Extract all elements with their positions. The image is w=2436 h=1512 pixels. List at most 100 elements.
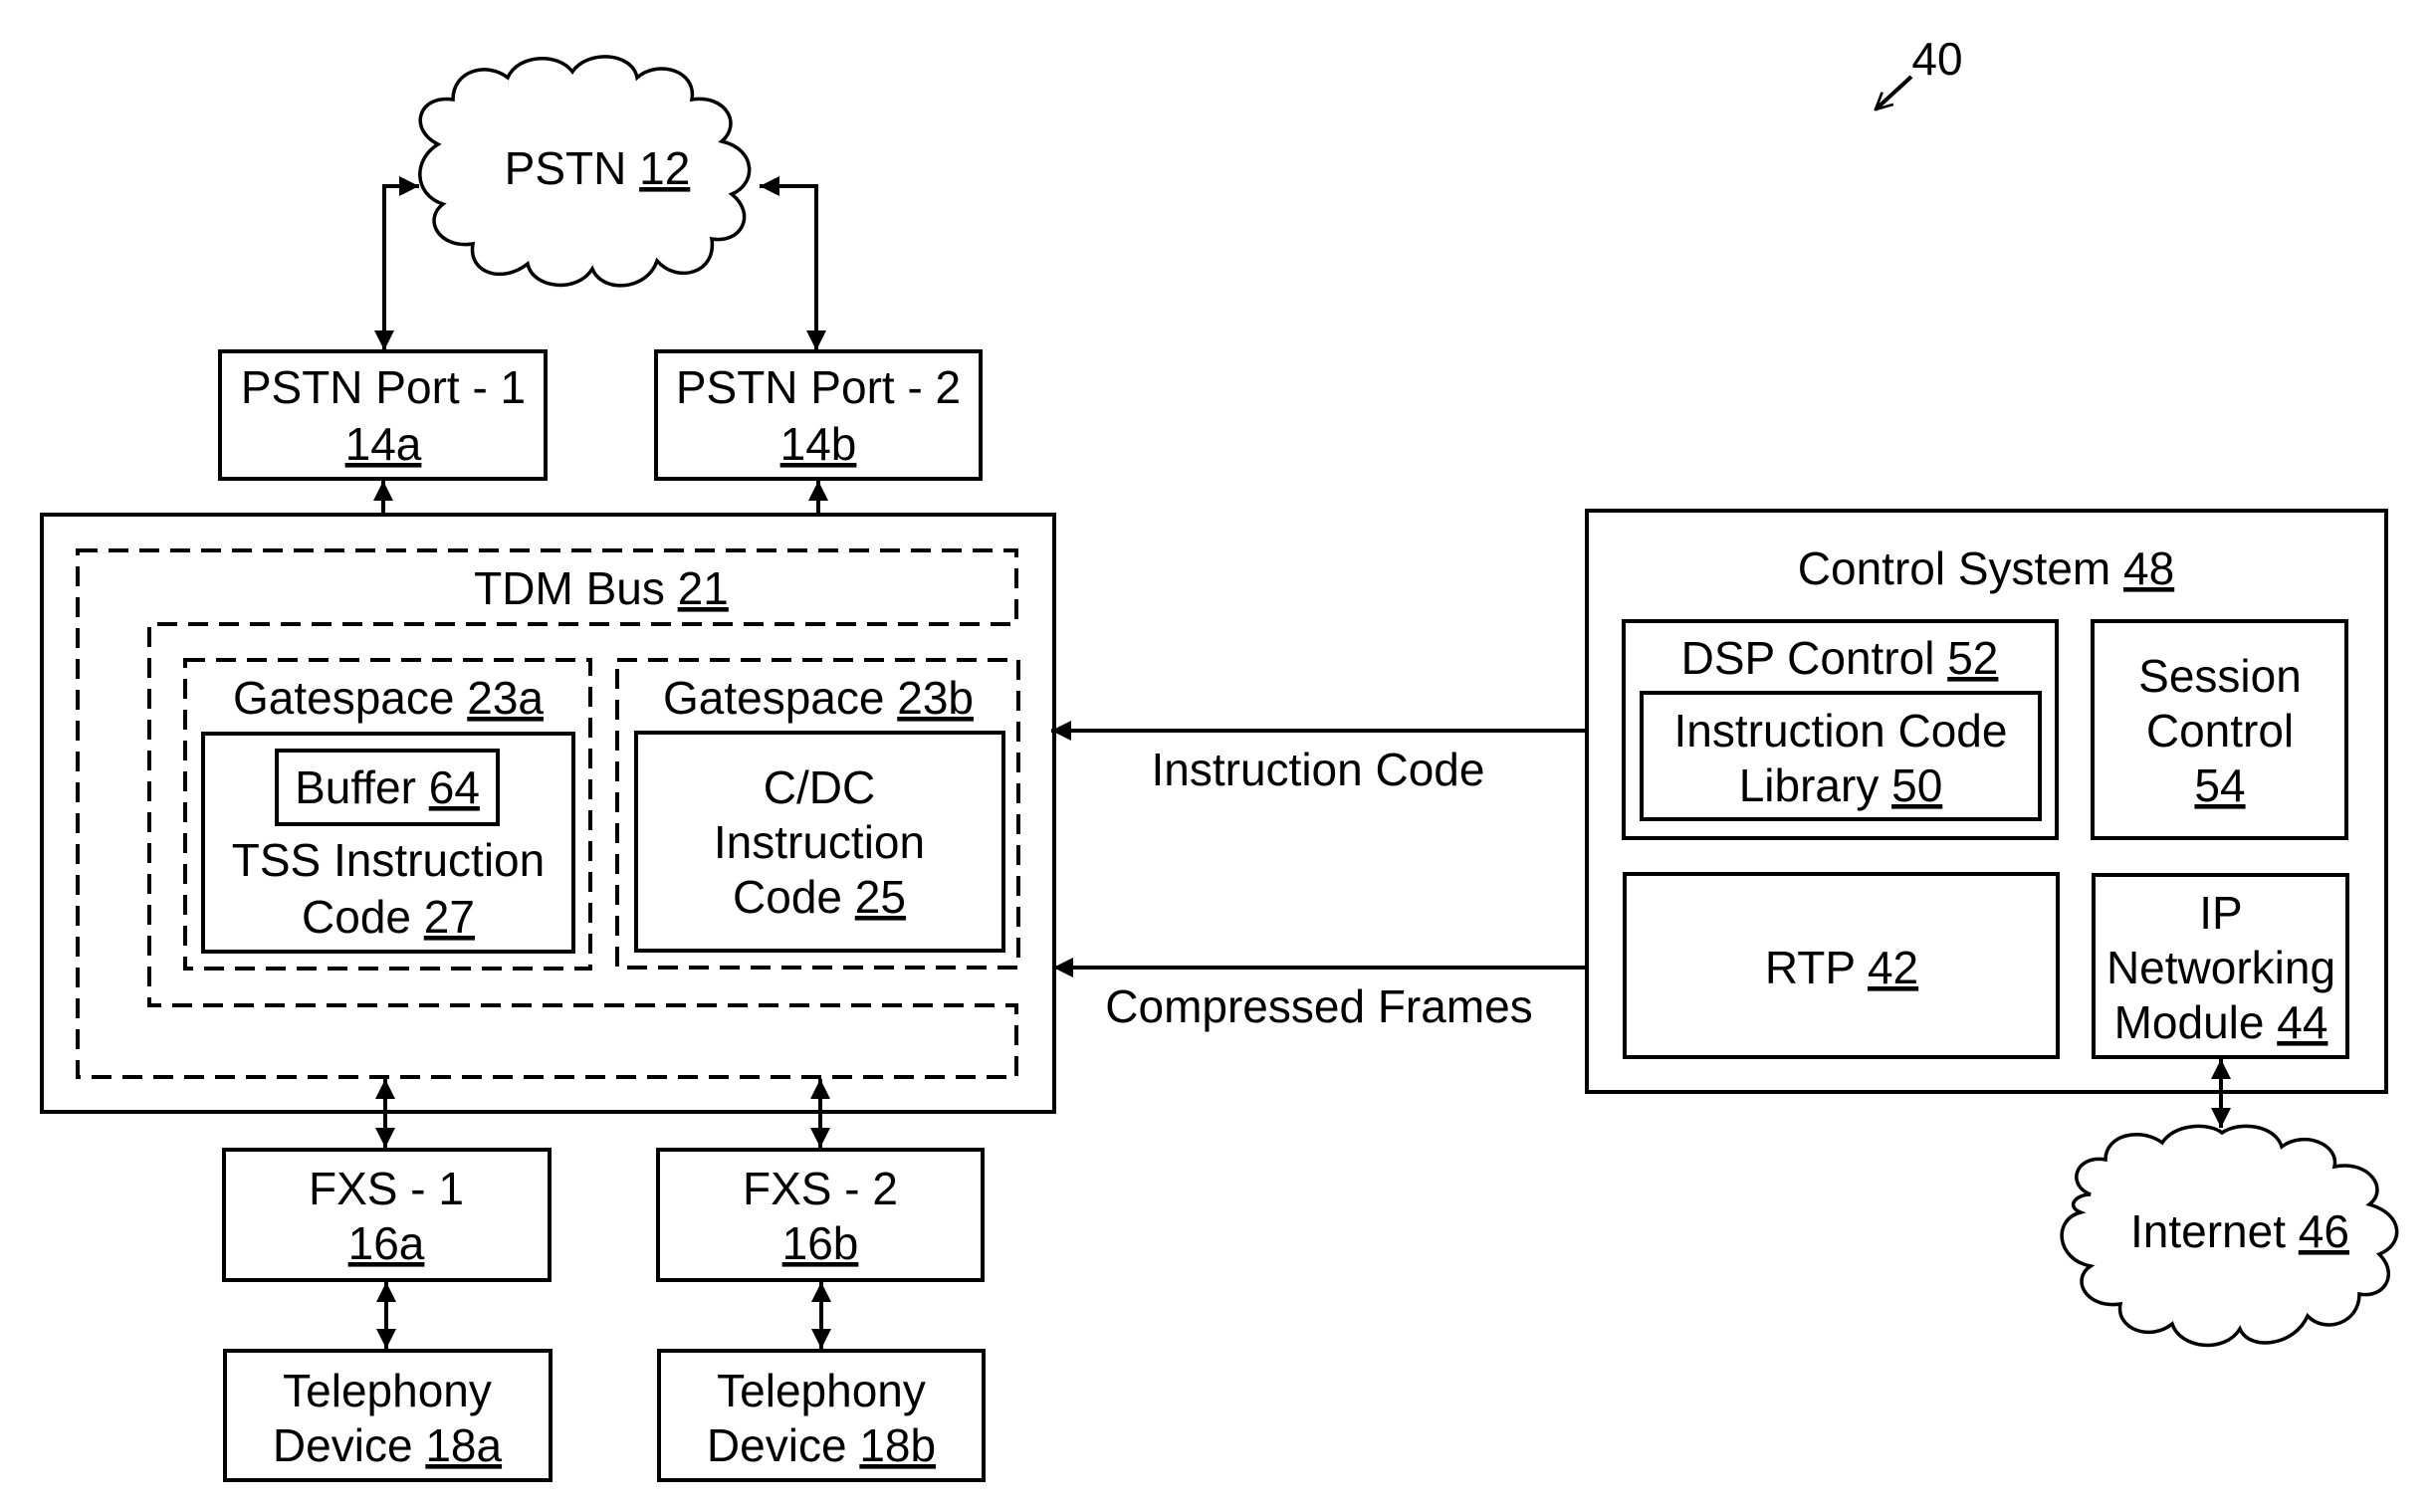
rtp-line: RTP 42 (1765, 942, 1918, 993)
label-text: Gatespace (663, 672, 897, 724)
pstn-port-1-line: 14a (345, 418, 422, 470)
reference-number: 23b (897, 672, 974, 724)
label-text: FXS - 1 (309, 1163, 464, 1214)
internet-label: Internet 46 (2130, 1205, 2349, 1257)
ip-networking-line: Networking (2106, 942, 2335, 993)
telephony-device-18a[interactable]: Telephony Device 18a (223, 1349, 553, 1482)
reference-number: 16a (348, 1217, 425, 1269)
pstn-port-1-line: PSTN Port - 1 (241, 361, 526, 413)
label-text: RTP (1765, 942, 1868, 993)
label-text: Control (2146, 705, 2294, 756)
figure-number: 40 (1911, 33, 1962, 85)
cdc-code-line: Instruction (714, 816, 925, 868)
telephony-device-18b[interactable]: Telephony Device 18b (657, 1349, 986, 1482)
control-system[interactable]: Control System 48 DSP Control 52 Instruc… (1585, 509, 2388, 1094)
ip-networking-line: Module 44 (2114, 996, 2328, 1048)
reference-number: 14b (780, 418, 857, 470)
instruction-code-link: Instruction Code (1051, 721, 1624, 795)
reference-number: 64 (429, 761, 480, 813)
reference-number: 48 (2123, 542, 2174, 594)
internet-cloud[interactable]: Internet 46 (2060, 1124, 2399, 1348)
telephony-a-line: Device 18a (273, 1419, 503, 1471)
pstn-port2-link-arrow (760, 176, 826, 350)
label-text: Code (733, 871, 855, 923)
buffer-label: Buffer 64 (295, 761, 480, 813)
fxs-2-line: 16b (782, 1217, 859, 1269)
label-text: PSTN Port - 1 (241, 361, 526, 413)
reference-number: 16b (782, 1217, 859, 1269)
cdc-code-line: Code 25 (733, 871, 906, 923)
gatespace-23a[interactable]: Gatespace 23a Buffer 64 TSS Instruction C… (183, 658, 592, 971)
label-text: Library (1739, 759, 1891, 811)
reference-number: 44 (2277, 996, 2327, 1048)
label-text: Device (707, 1419, 859, 1471)
session-control-line: 54 (2194, 759, 2245, 811)
ip-networking-module[interactable]: IP Networking Module 44 (2092, 873, 2349, 1059)
reference-number: 23a (467, 672, 544, 724)
label-text: Telephony (717, 1365, 926, 1416)
label-text: C/DC (764, 761, 875, 813)
label-text: Networking (2106, 942, 2335, 993)
patent-figure-diagram: 40 PSTN 12 PSTN Port - 1 14a PSTN Port - … (40, 33, 2399, 1482)
dsp-control[interactable]: DSP Control 52 Instruction Code Library 5… (1622, 619, 2059, 840)
label-text: Control System (1798, 542, 2123, 594)
fxs-1-line: FXS - 1 (309, 1163, 464, 1214)
label-text: Internet (2130, 1205, 2299, 1257)
reference-number: 25 (855, 871, 906, 923)
session-control-line: Session (2138, 650, 2302, 702)
fxs-1-line: 16a (348, 1217, 425, 1269)
label-text: Gatespace (233, 672, 467, 724)
label-text: Code (302, 891, 424, 943)
pstn-cloud[interactable]: PSTN 12 (418, 55, 752, 288)
dsp-control-label: DSP Control 52 (1681, 632, 1999, 684)
reference-number: 52 (1947, 632, 1998, 684)
reference-number: 27 (424, 891, 475, 943)
fxs-1[interactable]: FXS - 1 16a (222, 1148, 552, 1282)
session-control-line: Control (2146, 705, 2294, 756)
label-text: PSTN Port - 2 (676, 361, 961, 413)
telephony-b-line: Telephony (717, 1365, 926, 1416)
instruction-library-line: Library 50 (1739, 759, 1943, 811)
label-text: Buffer (295, 761, 429, 813)
label-text: Device (273, 1419, 425, 1471)
instruction-code-label: Instruction Code (1152, 744, 1485, 795)
label-text: Instruction (714, 816, 925, 868)
label-text: TDM Bus (474, 562, 677, 614)
fxs-2-line: FXS - 2 (743, 1163, 898, 1214)
compressed-frames-label: Compressed Frames (1105, 980, 1532, 1032)
reference-number: 46 (2299, 1205, 2349, 1257)
figure-reference: 40 (1876, 33, 1963, 109)
pstn-line: PSTN 12 (505, 142, 691, 194)
reference-number: 21 (678, 562, 729, 614)
pstn-port-1[interactable]: PSTN Port - 1 14a (218, 349, 548, 481)
telephony-b-line: Device 18b (707, 1419, 936, 1471)
control-system-label: Control System 48 (1798, 542, 2174, 594)
label-text: PSTN (505, 142, 639, 194)
label-text: Session (2138, 650, 2302, 702)
pstn-label: PSTN 12 (505, 142, 691, 194)
fxs-2[interactable]: FXS - 2 16b (656, 1148, 985, 1282)
pstn-port-2[interactable]: PSTN Port - 2 14b (654, 349, 983, 481)
gatespace-23a-label: Gatespace 23a (233, 672, 544, 724)
label-text: IP (2199, 887, 2242, 939)
gatespace-a-line: Gatespace 23a (233, 672, 544, 724)
dsp-control-line: DSP Control 52 (1681, 632, 1999, 684)
gatespace-b-line: Gatespace 23b (663, 672, 974, 724)
reference-number: 18b (859, 1419, 936, 1471)
pstn-port-2-line: PSTN Port - 2 (676, 361, 961, 413)
rtp[interactable]: RTP 42 (1623, 872, 2060, 1059)
tss-code-line: TSS Instruction (232, 834, 545, 886)
tss-code-line: Code 27 (302, 891, 475, 943)
reference-number: 14a (345, 418, 422, 470)
pstn-port1-link-arrow (374, 176, 419, 350)
gatespace-23b[interactable]: Gatespace 23b C/DC Instruction Code 25 (615, 658, 1020, 970)
session-control[interactable]: Session Control 54 (2091, 619, 2348, 840)
figure-pointer-arrow-icon (1876, 75, 1913, 109)
instruction-library-line: Instruction Code (1674, 705, 2008, 756)
tdm-bus-line: TDM Bus 21 (474, 562, 729, 614)
label-text: TSS Instruction (232, 834, 545, 886)
label-text: FXS - 2 (743, 1163, 898, 1214)
reference-number: 50 (1891, 759, 1942, 811)
label-text: Telephony (283, 1365, 492, 1416)
label-text: Instruction Code (1674, 705, 2008, 756)
